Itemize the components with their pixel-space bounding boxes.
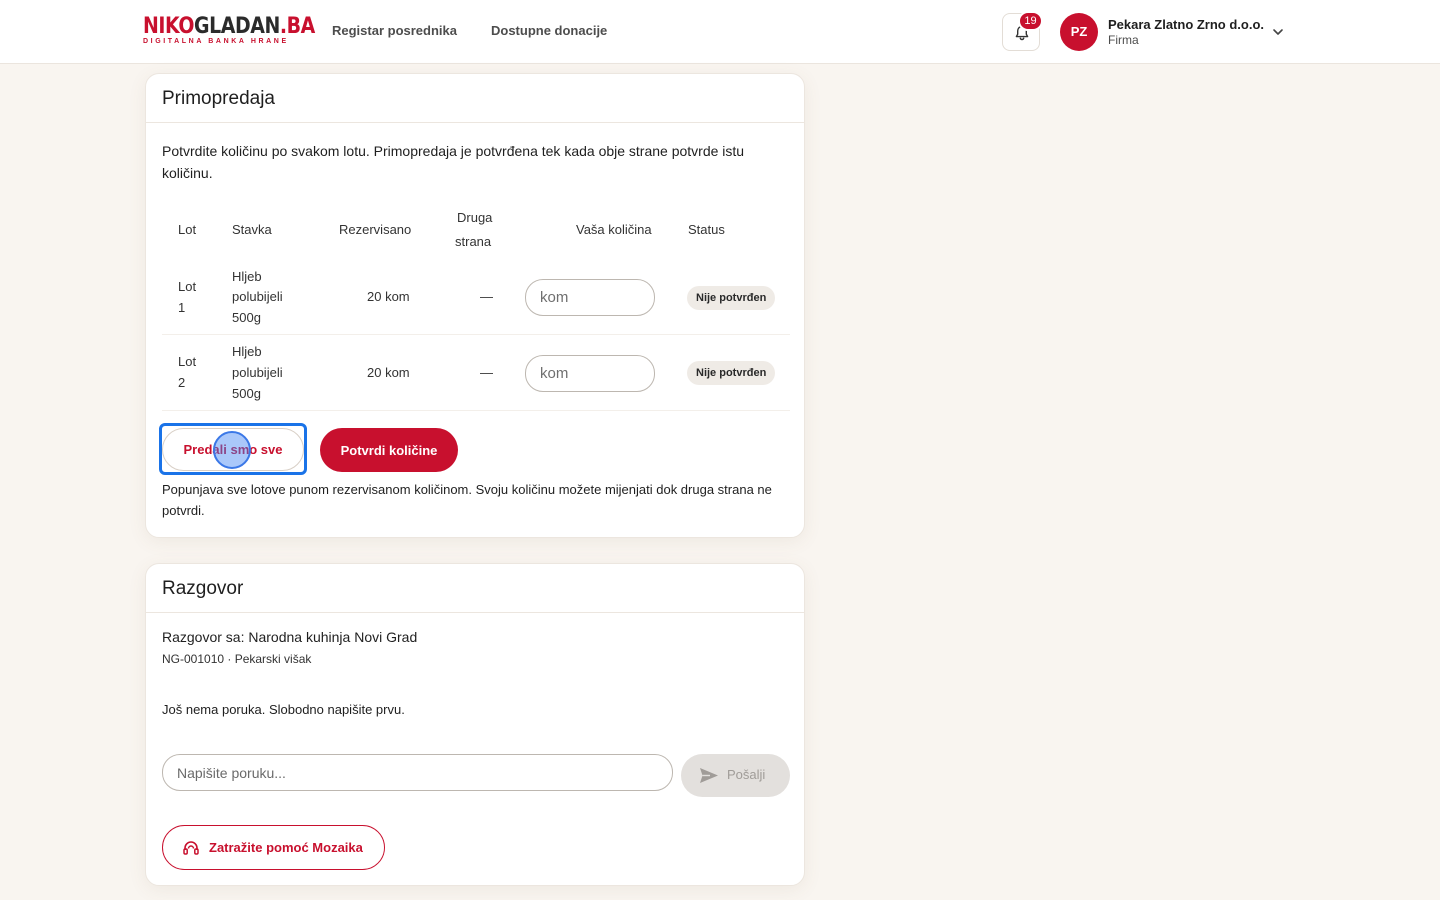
reserved-qty: 20 kom	[367, 289, 410, 304]
item-name-line3: 500g	[232, 310, 261, 325]
nav-dostupne-donacije[interactable]: Dostupne donacije	[491, 23, 607, 38]
row-divider	[162, 410, 790, 411]
logo-tagline: DIGITALNA BANKA HRANE	[143, 38, 289, 45]
handed-all-help-text: Popunjava sve lotove punom rezervisanom …	[162, 482, 772, 518]
message-input[interactable]	[162, 754, 673, 791]
lot-label: Lot	[178, 354, 197, 369]
send-icon	[700, 768, 718, 783]
confirm-quantities-button[interactable]: Potvrdi količine	[320, 428, 458, 472]
item-name-line1: Hljeb	[232, 269, 262, 284]
logo[interactable]: NIKOGLADAN.BA DIGITALNA BANKA HRANE	[143, 15, 343, 46]
col-header-other-line2: strana	[455, 234, 492, 249]
item-name-line2: polubijeli	[232, 365, 283, 380]
headset-icon	[183, 841, 199, 855]
chat-card: Razgovor Razgovor sa: Narodna kuhinja No…	[145, 563, 805, 886]
user-role: Firma	[1108, 33, 1139, 47]
request-help-button[interactable]: Zatražite pomoć Mozaika	[162, 825, 385, 870]
pointer-cursor-indicator	[213, 431, 251, 469]
item-name-line1: Hljeb	[232, 344, 262, 359]
user-name[interactable]: Pekara Zlatno Zrno d.o.o.	[1108, 17, 1264, 32]
lot-number: 2	[178, 375, 186, 390]
chat-title: Razgovor	[146, 564, 804, 613]
status-badge: Nije potvrđen	[687, 286, 776, 310]
col-header-other-line1: Druga	[457, 210, 493, 225]
chat-partner: Razgovor sa: Narodna kuhinja Novi Grad	[162, 629, 418, 645]
handover-intro: Potvrdite količinu po svakom lotu. Primo…	[162, 143, 745, 181]
chat-reference: NG-001010 · Pekarski višak	[162, 652, 312, 666]
notifications-count-badge: 19	[1018, 11, 1043, 31]
nav-registar-posrednika[interactable]: Registar posrednika	[332, 23, 457, 38]
top-bar: NIKOGLADAN.BA DIGITALNA BANKA HRANE Regi…	[0, 0, 1440, 64]
status-badge: Nije potvrđen	[687, 361, 776, 385]
logo-wordmark: NIKOGLADAN.BA	[143, 14, 315, 39]
handover-title: Primopredaja	[146, 74, 804, 123]
avatar[interactable]: PZ	[1060, 13, 1098, 51]
other-side-qty: —	[480, 365, 493, 380]
lot-2-qty-input[interactable]	[525, 355, 655, 392]
lot-number: 1	[178, 300, 186, 315]
chevron-down-icon[interactable]	[1272, 27, 1284, 37]
chat-empty-state: Još nema poruka. Slobodno napišite prvu.	[162, 702, 405, 717]
col-header-your-qty: Vaša količina	[576, 222, 652, 237]
handover-card: Primopredaja Potvrdite količinu po svako…	[145, 73, 805, 538]
lot-1-qty-input[interactable]	[525, 279, 655, 316]
send-label: Pošalji	[727, 767, 766, 782]
other-side-qty: —	[480, 289, 493, 304]
request-help-label: Zatražite pomoć Mozaika	[209, 840, 363, 855]
col-header-reserved: Rezervisano	[339, 222, 412, 237]
col-header-lot: Lot	[178, 222, 197, 237]
item-name-line3: 500g	[232, 386, 261, 401]
item-name-line2: polubijeli	[232, 289, 283, 304]
row-divider	[162, 334, 790, 335]
send-button[interactable]: Pošalji	[681, 754, 790, 797]
col-header-status: Status	[688, 222, 725, 237]
reserved-qty: 20 kom	[367, 365, 410, 380]
lot-label: Lot	[178, 279, 197, 294]
col-header-item: Stavka	[232, 222, 272, 237]
